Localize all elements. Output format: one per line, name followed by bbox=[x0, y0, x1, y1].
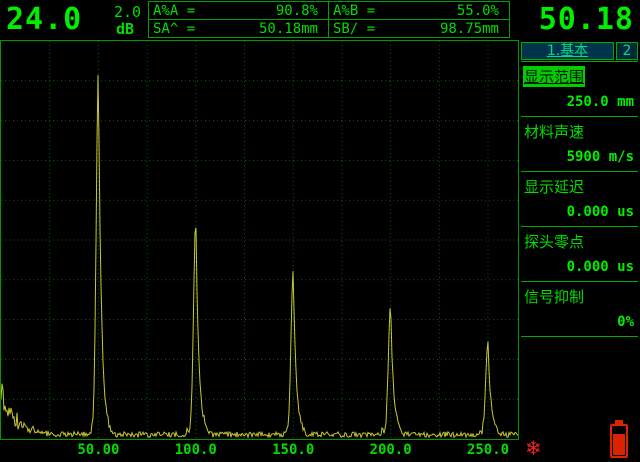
menu-item-label: 探头零点 bbox=[523, 231, 585, 252]
echo-trace bbox=[1, 75, 518, 437]
measurement-sb: SB/ = 98.75mm bbox=[329, 20, 509, 37]
measurement-sa: SA^ = 50.18mm bbox=[149, 20, 329, 37]
x-axis-label-150: 150.0 bbox=[272, 442, 314, 458]
menu-tab-1[interactable]: 1.基本 bbox=[521, 42, 614, 60]
menu-item-3[interactable]: 显示延迟 0.000 us bbox=[521, 172, 638, 227]
menu-item-1[interactable]: 显示范围 250.0 mm bbox=[521, 62, 638, 117]
menu-item-value: 0% bbox=[617, 314, 634, 330]
gain-step-value: 2.0 bbox=[114, 3, 141, 21]
menu-item-value: 0.000 us bbox=[567, 204, 634, 220]
menu-item-value: 0.000 us bbox=[567, 259, 634, 275]
menu-tab-2[interactable]: 2 bbox=[616, 42, 638, 60]
battery-icon bbox=[610, 424, 628, 458]
battery-fill-level bbox=[613, 434, 625, 455]
menu-item-4[interactable]: 探头零点 0.000 us bbox=[521, 227, 638, 282]
menu-item-label: 显示范围 bbox=[523, 66, 585, 87]
measurement-label: SB/ = bbox=[333, 21, 375, 37]
measurement-label: SA^ = bbox=[153, 21, 195, 37]
measurement-a%a: A%A = 90.8% bbox=[149, 2, 329, 20]
menu-item-label: 显示延迟 bbox=[523, 176, 585, 197]
ascan-plot-area bbox=[0, 40, 519, 440]
x-axis-label-50: 50.00 bbox=[77, 442, 119, 458]
menu-list: 显示范围250.0 mm材料声速5900 m/s显示延迟0.000 us探头零点… bbox=[521, 62, 638, 337]
measurement-label: A%B = bbox=[333, 3, 375, 19]
measurement-label: A%A = bbox=[153, 3, 195, 19]
menu-tabs: 1.基本2 bbox=[521, 42, 638, 62]
menu-item-value: 250.0 mm bbox=[567, 94, 634, 110]
x-axis-label-100: 100.0 bbox=[175, 442, 217, 458]
measurement-value: 50.18mm bbox=[259, 21, 318, 37]
menu-item-label: 信号抑制 bbox=[523, 286, 585, 307]
primary-distance-readout: 50.18 bbox=[539, 2, 634, 37]
menu-item-value: 5900 m/s bbox=[567, 149, 634, 165]
freeze-icon: ❄ bbox=[525, 438, 542, 458]
gain-unit-label: dB bbox=[116, 20, 134, 38]
menu-panel: 1.基本2 显示范围 250.0 mm 材料声速 5900 m/s 显示延迟 0.000 … bbox=[519, 40, 640, 462]
x-axis-label-250: 250.0 bbox=[467, 442, 509, 458]
menu-item-label: 材料声速 bbox=[523, 121, 585, 142]
instrument-screen: 24.0 2.0 dB A%A = 90.8% A%B = 55.0% SA^ = 50.… bbox=[0, 0, 640, 462]
measurement-value: 55.0% bbox=[457, 3, 499, 19]
menu-item-5[interactable]: 信号抑制 0% bbox=[521, 282, 638, 337]
ascan-waveform bbox=[1, 41, 518, 439]
x-axis-labels: 50.00 100.0 150.0 200.0 250.0 bbox=[0, 440, 519, 462]
measurement-value: 90.8% bbox=[276, 3, 318, 19]
measurement-a%b: A%B = 55.0% bbox=[329, 2, 509, 20]
menu-item-2[interactable]: 材料声速 5900 m/s bbox=[521, 117, 638, 172]
x-axis-label-200: 200.0 bbox=[370, 442, 412, 458]
gain-readout: 24.0 bbox=[6, 2, 82, 37]
measurement-box: A%A = 90.8% A%B = 55.0% SA^ = 50.18mm SB/ = 98.… bbox=[148, 1, 510, 38]
measurement-value: 98.75mm bbox=[440, 21, 499, 37]
status-icon-row: ❄ bbox=[525, 424, 628, 458]
plot-gridlines bbox=[1, 41, 518, 439]
header-bar: 24.0 2.0 dB A%A = 90.8% A%B = 55.0% SA^ = 50.… bbox=[0, 0, 640, 40]
